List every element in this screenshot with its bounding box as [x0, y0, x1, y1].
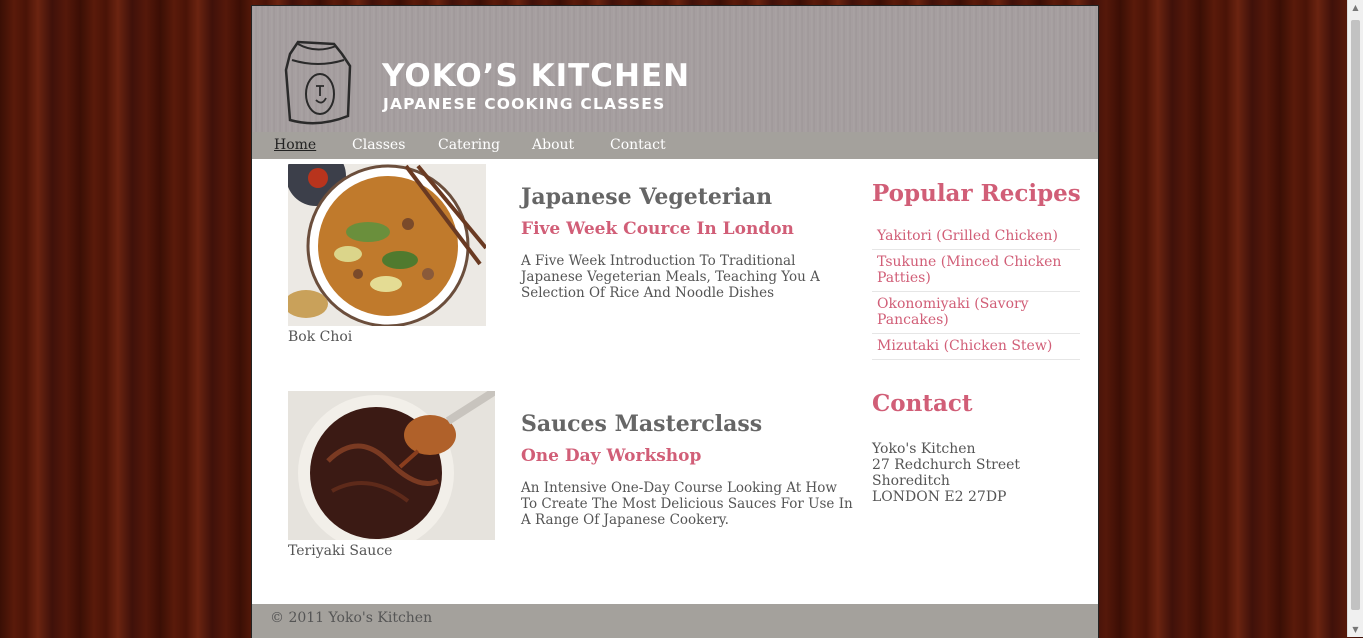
nav-home[interactable]: Home: [274, 137, 316, 153]
article-subtitle: Five Week Cource In London: [521, 219, 794, 239]
recipe-link[interactable]: Okonomiyaki (Savory Pancakes): [872, 292, 1080, 334]
recipe-link[interactable]: Tsukune (Minced Chicken Patties): [872, 250, 1080, 292]
brand-subtitle: JAPANESE COOKING CLASSES: [383, 95, 666, 113]
footer-copyright: © 2011 Yoko's Kitchen: [270, 610, 433, 626]
article-subtitle: One Day Workshop: [521, 446, 702, 466]
article-description: An Intensive One-Day Course Looking At H…: [521, 480, 853, 528]
contact-address: Yoko's Kitchen 27 Redchurch Street Shore…: [872, 441, 1020, 505]
contact-line: Yoko's Kitchen: [872, 441, 976, 457]
recipe-list: Yakitori (Grilled Chicken) Tsukune (Minc…: [872, 224, 1080, 360]
article-caption: Teriyaki Sauce: [288, 543, 393, 559]
contact-line: Shoreditch: [872, 473, 950, 489]
article-description: A Five Week Introduction To Traditional …: [521, 253, 820, 301]
nav-about[interactable]: About: [532, 137, 574, 153]
logo-bag-icon: [284, 40, 352, 125]
recipe-link[interactable]: Mizutaki (Chicken Stew): [872, 334, 1080, 360]
article-title: Japanese Vegeterian: [521, 184, 773, 210]
brand-title: YOKO’S KITCHEN: [382, 58, 691, 94]
contact-line: 27 Redchurch Street: [872, 457, 1021, 473]
scroll-down-icon[interactable]: ▼: [1348, 622, 1363, 637]
bok-choi-image: [288, 164, 486, 326]
page-scrollbar[interactable]: ▲ ▼: [1347, 0, 1363, 637]
scrollbar-thumb[interactable]: [1351, 20, 1360, 610]
article-caption: Bok Choi: [288, 329, 353, 345]
contact-heading: Contact: [872, 390, 973, 417]
teriyaki-sauce-image: [288, 391, 495, 540]
site-header: YOKO’S KITCHEN JAPANESE COOKING CLASSES: [252, 6, 1098, 132]
contact-line: LONDON E2 27DP: [872, 489, 1007, 505]
site-footer: © 2011 Yoko's Kitchen: [252, 604, 1098, 638]
scroll-up-icon[interactable]: ▲: [1348, 0, 1363, 15]
page-container: YOKO’S KITCHEN JAPANESE COOKING CLASSES …: [251, 5, 1099, 638]
recipe-link[interactable]: Yakitori (Grilled Chicken): [872, 224, 1080, 250]
article-title: Sauces Masterclass: [521, 411, 763, 437]
nav-classes[interactable]: Classes: [352, 137, 405, 153]
main-nav: Home Classes Catering About Contact: [252, 132, 1098, 159]
nav-contact[interactable]: Contact: [610, 137, 666, 153]
popular-recipes-heading: Popular Recipes: [872, 180, 1081, 207]
nav-catering[interactable]: Catering: [438, 137, 500, 153]
